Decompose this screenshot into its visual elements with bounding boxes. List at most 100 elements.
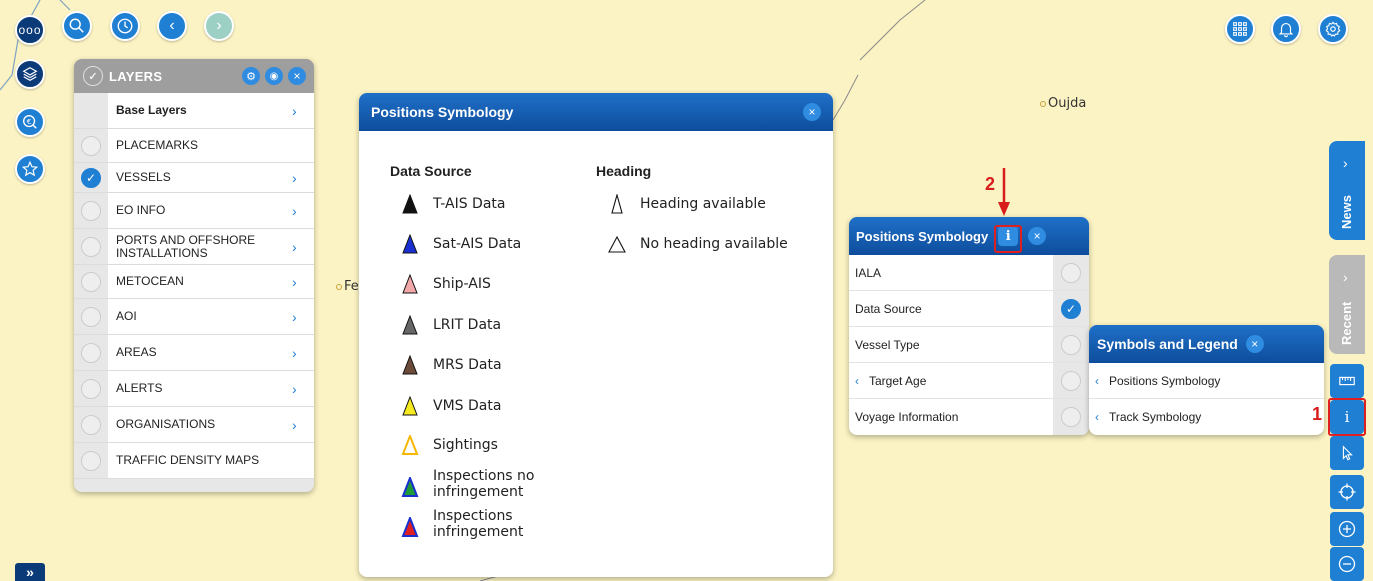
check-all-icon[interactable]: ✓ [83, 66, 103, 86]
symbology-option-checkbox[interactable]: ✓ [1061, 298, 1081, 319]
layer-row[interactable]: PORTS AND OFFSHORE INSTALLATIONS › [74, 229, 314, 265]
legend-header: Positions Symbology × [359, 93, 833, 131]
symbology-option-checkbox[interactable] [1061, 262, 1081, 283]
layer-row[interactable]: ALERTS › [74, 371, 314, 407]
close-icon: × [293, 69, 301, 83]
symbology-option[interactable]: Data Source ✓ [849, 291, 1089, 327]
layer-row[interactable]: ORGANISATIONS › [74, 407, 314, 443]
chevron-right-icon: › [292, 238, 297, 255]
ruler-icon [1339, 376, 1355, 386]
expand-panel-button[interactable]: » [15, 563, 45, 581]
symbology-option-checkbox[interactable] [1061, 370, 1081, 391]
chevron-right-icon: › [292, 273, 297, 290]
layer-row[interactable]: ✓ VESSELS › [74, 163, 314, 193]
layer-checkbox-cell [74, 443, 108, 478]
layer-checkbox[interactable] [81, 271, 101, 292]
symbols-legend-close-button[interactable]: × [1245, 335, 1264, 353]
chevron-right-icon: › [292, 380, 297, 397]
layer-checkbox[interactable]: ✓ [81, 167, 101, 188]
layer-checkbox[interactable] [81, 306, 101, 327]
zoom-out-button[interactable] [1330, 547, 1364, 581]
symbology-panel-close-button[interactable]: × [1028, 227, 1047, 245]
heading-triangle-icon [611, 194, 623, 214]
data-source-item: MRS Data [401, 355, 502, 375]
chevron-right-icon: › [292, 308, 297, 325]
symbology-option-text: Target Age [869, 373, 927, 388]
measure-button[interactable] [1330, 364, 1364, 398]
layer-checkbox[interactable] [81, 414, 101, 435]
layers-settings-button[interactable]: ⚙ [242, 67, 260, 85]
place-label-oujda[interactable]: Oujda [1040, 96, 1086, 111]
chevron-right-icon: › [1343, 155, 1348, 171]
forward-button[interactable]: › [204, 11, 234, 41]
chevron-left-icon: ‹ [1095, 373, 1099, 388]
back-button[interactable]: ‹ [157, 11, 187, 41]
layer-row[interactable]: METOCEAN › [74, 265, 314, 299]
layer-row[interactable]: TRAFFIC DENSITY MAPS [74, 443, 314, 479]
layer-row[interactable]: PLACEMARKS [74, 129, 314, 163]
symbology-option-checkbox[interactable] [1061, 334, 1081, 355]
layer-checkbox-cell [74, 93, 108, 128]
symbology-option[interactable]: Vessel Type [849, 327, 1089, 363]
gear-icon [1325, 21, 1341, 37]
legend-item-positions-symbology[interactable]: ‹ Positions Symbology [1089, 363, 1324, 399]
highlight-box-2 [994, 225, 1022, 253]
close-icon: × [808, 105, 816, 119]
layers-visibility-button[interactable]: ◉ [265, 67, 283, 85]
data-source-label: LRIT Data [433, 317, 502, 333]
layer-row[interactable]: EO INFO › [74, 193, 314, 229]
symbology-option[interactable]: ‹ Target Age [849, 363, 1089, 399]
locate-button[interactable] [1330, 475, 1364, 509]
layer-checkbox[interactable] [81, 342, 101, 363]
settings-button[interactable] [1318, 14, 1348, 44]
chevron-right-icon: › [292, 344, 297, 361]
select-tool-button[interactable] [1330, 436, 1364, 470]
positions-symbology-panel: Positions Symbology i × IALA Data Source ✓… [849, 217, 1089, 435]
currency-search-button[interactable]: € [15, 107, 45, 137]
layer-checkbox-cell [74, 265, 108, 298]
chevron-left-icon: ‹ [855, 373, 859, 388]
legend-item-track-symbology[interactable]: ‹ Track Symbology [1089, 399, 1324, 435]
symbology-panel-header: Positions Symbology i × [849, 217, 1089, 255]
search-button[interactable] [62, 11, 92, 41]
layer-row[interactable]: Base Layers › [74, 93, 314, 129]
favorites-button[interactable] [15, 154, 45, 184]
layer-row[interactable]: AOI › [74, 299, 314, 335]
vessel-triangle-icon [401, 477, 419, 497]
data-source-label: Sat-AIS Data [433, 236, 522, 252]
layer-checkbox[interactable] [81, 236, 101, 257]
news-tab[interactable]: › News [1329, 141, 1365, 240]
vessel-triangle-icon [402, 234, 418, 254]
layer-checkbox[interactable] [81, 450, 101, 471]
history-button[interactable] [110, 11, 140, 41]
symbology-option-label: ‹ Target Age [849, 374, 1053, 388]
notifications-button[interactable] [1271, 14, 1301, 44]
apps-button[interactable] [1225, 14, 1255, 44]
chevron-right-icon: › [292, 202, 297, 219]
symbology-option[interactable]: IALA [849, 255, 1089, 291]
layer-checkbox[interactable] [81, 135, 101, 156]
chevron-right-icon: › [292, 416, 297, 433]
vessel-triangle-icon [402, 355, 418, 375]
chevron-right-icon: › [292, 102, 297, 119]
vessel-triangle-icon [401, 435, 419, 455]
layer-label: TRAFFIC DENSITY MAPS [116, 453, 260, 467]
bell-icon [1278, 23, 1294, 38]
data-source-label: Sightings [433, 437, 498, 453]
layer-label: PORTS AND OFFSHORE INSTALLATIONS [116, 232, 256, 260]
place-label-fe[interactable]: Fe [336, 279, 359, 294]
menu-button[interactable]: ooo [15, 15, 45, 45]
layer-checkbox[interactable] [81, 200, 101, 221]
layer-checkbox[interactable] [81, 378, 101, 399]
data-source-item: VMS Data [401, 396, 501, 416]
recent-tab[interactable]: › Recent [1329, 255, 1365, 354]
legend-close-button[interactable]: × [803, 103, 821, 121]
symbology-option[interactable]: Voyage Information [849, 399, 1089, 435]
symbology-panel-title: Positions Symbology [856, 228, 989, 244]
layer-row[interactable]: AREAS › [74, 335, 314, 371]
layers-close-button[interactable]: × [288, 67, 306, 85]
symbology-option-checkbox[interactable] [1061, 407, 1081, 427]
data-source-label: T-AIS Data [433, 196, 506, 212]
zoom-in-button[interactable] [1330, 512, 1364, 546]
layers-button[interactable] [15, 59, 45, 89]
